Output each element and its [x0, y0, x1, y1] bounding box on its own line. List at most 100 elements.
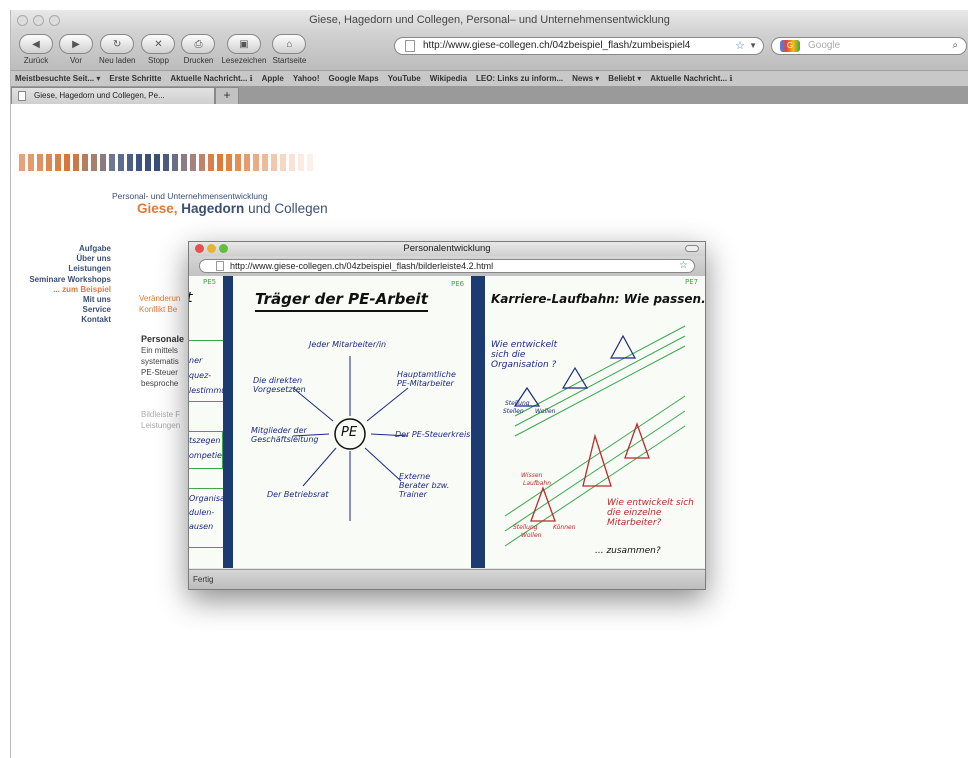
bookmark-item[interactable]: Beliebt ▾ [608, 74, 641, 83]
zoom-window-button[interactable] [49, 15, 60, 26]
brand-logo[interactable]: Giese, Hagedorn und Collegen [137, 201, 328, 216]
nav-item-mit-uns[interactable]: Mit uns [11, 295, 111, 305]
brand-stripe [37, 154, 43, 171]
reload-button[interactable]: ↻ Neu laden [99, 34, 135, 65]
nav-item-kontakt[interactable]: Kontakt [11, 315, 111, 325]
popup-zoom-button[interactable] [219, 244, 228, 253]
stop-icon: ✕ [141, 34, 176, 54]
brand-stripe [253, 154, 259, 171]
sub-nav-veraenderung[interactable]: Veränderun [139, 293, 180, 304]
bookmark-item[interactable]: Erste Schritte [109, 74, 161, 83]
minimize-window-button[interactable] [33, 15, 44, 26]
printer-icon: ⎙ [181, 34, 216, 54]
url-dropdown-icon[interactable]: ▼ [749, 38, 757, 54]
bookmarks-bar: Meistbesuchte Seit... ▾ Erste Schritte A… [11, 70, 968, 86]
nav-item-seminare[interactable]: Seminare Workshops [11, 275, 111, 285]
slide-label: Stellung [513, 524, 538, 531]
slide-label: Stellen [503, 408, 524, 415]
popup-url-text: http://www.giese-collegen.ch/04zbeispiel… [230, 261, 494, 271]
window-title: Giese, Hagedorn und Collegen, Personal– … [309, 14, 670, 26]
bookmark-item[interactable]: Wikipedia [430, 74, 467, 83]
slide-right: PE7 Karriere-Laufbahn: Wie passen... Wie… [485, 276, 705, 568]
brand-stripe [163, 154, 169, 171]
bookmark-item[interactable]: Meistbesuchte Seit... ▾ [15, 74, 100, 83]
bookmark-item[interactable]: Aktuelle Nachricht... ℹ [170, 74, 252, 83]
slide-item: Jeder Mitarbeiter/in [309, 340, 387, 349]
brand-stripe [307, 154, 313, 171]
brand-stripe [127, 154, 133, 171]
slide-fragment: quez- [189, 371, 212, 380]
nav-item-leistungen[interactable]: Leistungen [11, 264, 111, 274]
tab-active[interactable]: Giese, Hagedorn und Collegen, Pe... [11, 87, 215, 104]
google-icon[interactable]: G [780, 40, 800, 52]
nav-item-zum-beispiel[interactable]: ... zum Beispiel [11, 285, 111, 295]
slide-item: Der Betriebsrat [267, 490, 329, 499]
brand-stripe [271, 154, 277, 171]
bookmarks-button[interactable]: ▣ Lesezeichen [221, 34, 266, 65]
page-icon [405, 40, 415, 52]
bookmark-item[interactable]: YouTube [388, 74, 421, 83]
slide-label: Können [553, 524, 576, 531]
bookmark-star-icon[interactable]: ☆ [679, 260, 688, 272]
sub-nav: Veränderun Konflikt Be [139, 293, 180, 315]
slide-fragment: ompetie [189, 451, 222, 460]
new-tab-button[interactable]: + [215, 87, 239, 104]
slide-tag: PE5 [203, 278, 217, 286]
popup-close-button[interactable] [195, 244, 204, 253]
popup-url-field[interactable]: http://www.giese-collegen.ch/04zbeispiel… [199, 259, 695, 273]
brand-stripe [109, 154, 115, 171]
back-button[interactable]: ◀ Zurück [19, 34, 53, 65]
search-placeholder: Google [808, 40, 841, 51]
bookmark-star-icon[interactable]: ☆ [735, 38, 745, 54]
popup-title: Personalentwicklung [403, 243, 491, 254]
bookmark-item[interactable]: LEO: Links zu inform... [476, 74, 563, 83]
brand-stripe [181, 154, 187, 171]
bookmark-item[interactable]: Apple [262, 74, 284, 83]
slide-fragment: tszegen [189, 436, 221, 445]
bookmark-item[interactable]: Aktuelle Nachricht... ℹ [650, 74, 732, 83]
slide-label: Wissen [521, 472, 543, 479]
brand-stripe [172, 154, 178, 171]
close-window-button[interactable] [17, 15, 28, 26]
reload-icon: ↻ [100, 34, 135, 54]
forward-arrow-icon: ▶ [59, 34, 93, 54]
brand-stripe [262, 154, 268, 171]
tab-label: Giese, Hagedorn und Collegen, Pe... [34, 91, 165, 100]
slide-label: Stellung [505, 400, 530, 407]
brand-stripe [289, 154, 295, 171]
nav-item-ueber-uns[interactable]: Über uns [11, 254, 111, 264]
toolbar: ◀ Zurück ▶ Vor ↻ Neu laden ✕ Stopp ⎙ Drucken … [11, 32, 968, 70]
brand-stripe [208, 154, 214, 171]
popup-title-bar: Personalentwicklung [189, 242, 705, 256]
home-button[interactable]: ⌂ Startseite [272, 34, 307, 65]
popup-status-bar: Fertig [189, 569, 705, 589]
slide-item: Externe Berater bzw. Trainer [399, 472, 450, 499]
bookmark-item[interactable]: News ▾ [572, 74, 599, 83]
nav-item-service[interactable]: Service [11, 305, 111, 315]
brand-stripe [154, 154, 160, 171]
print-button[interactable]: ⎙ Drucken [181, 34, 216, 65]
slide-fragment: ner [189, 356, 203, 365]
brand-stripe [82, 154, 88, 171]
url-text: http://www.giese-collegen.ch/04zbeispiel… [423, 40, 691, 51]
page-content: Personal- und Unternehmensentwicklung Gi… [11, 104, 968, 758]
popup-minimize-button[interactable] [207, 244, 216, 253]
search-field[interactable]: G Google ⌕ [771, 37, 967, 55]
search-icon[interactable]: ⌕ [952, 38, 958, 54]
brand-stripe [190, 154, 196, 171]
brand-stripe [91, 154, 97, 171]
brand-stripe [298, 154, 304, 171]
popup-url-row: http://www.giese-collegen.ch/04zbeispiel… [189, 256, 705, 276]
brand-subtitle: Personal- und Unternehmensentwicklung [112, 191, 268, 201]
forward-button[interactable]: ▶ Vor [59, 34, 93, 65]
popup-toolbar-toggle[interactable] [685, 245, 699, 252]
bookmark-item[interactable]: Yahoo! [293, 74, 320, 83]
brand-stripe [19, 154, 25, 171]
bookmarks-icon: ▣ [226, 34, 261, 54]
slide-left: PE5 t ner quez- lestimmungs- tszegen omp… [189, 276, 223, 568]
sub-nav-konflikt[interactable]: Konflikt Be [139, 304, 180, 315]
url-field[interactable]: http://www.giese-collegen.ch/04zbeispiel… [394, 37, 764, 55]
bookmark-item[interactable]: Google Maps [328, 74, 378, 83]
stop-button[interactable]: ✕ Stopp [141, 34, 176, 65]
nav-item-aufgabe[interactable]: Aufgabe [11, 244, 111, 254]
